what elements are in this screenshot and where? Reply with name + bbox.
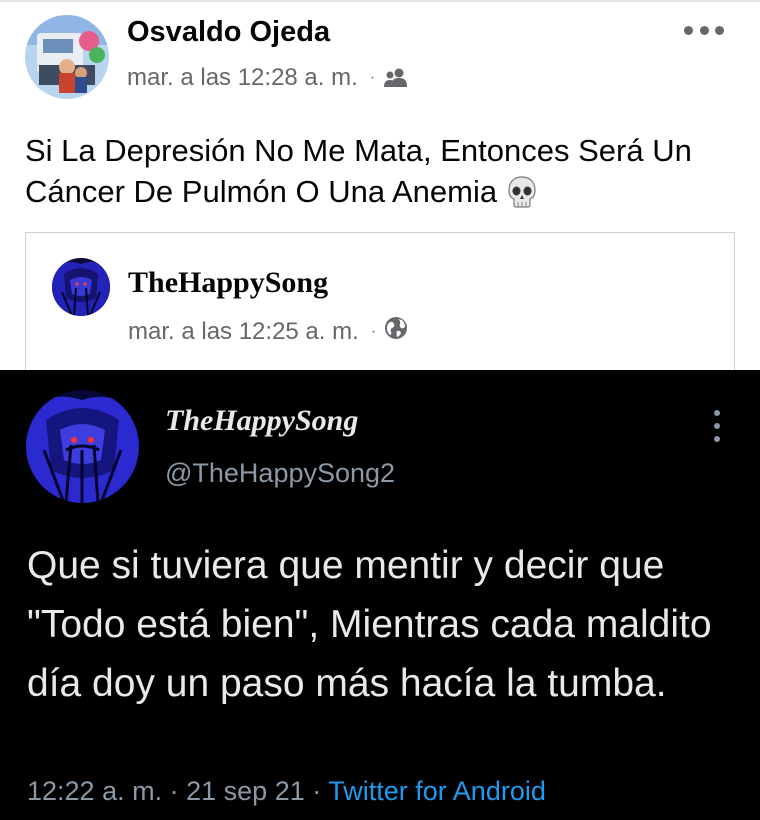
friends-icon[interactable] <box>383 68 409 88</box>
author-name[interactable]: Osvaldo Ojeda <box>127 16 330 49</box>
post-text: Si La Depresión No Me Mata, Entonces Ser… <box>25 130 745 218</box>
more-vertical-icon[interactable] <box>712 410 722 442</box>
more-horizontal-icon[interactable] <box>684 20 724 40</box>
author-avatar[interactable] <box>25 15 109 99</box>
facebook-post: Osvaldo Ojeda mar. a las 12:28 a. m. · S… <box>0 0 760 372</box>
tweet-date[interactable]: 21 sep 21 <box>186 776 305 806</box>
tweet-time[interactable]: 12:22 a. m. <box>27 776 162 806</box>
post-timestamp[interactable]: mar. a las 12:28 a. m. <box>127 64 358 92</box>
globe-icon[interactable] <box>384 316 408 347</box>
shared-author-name[interactable]: TheHappySong <box>128 266 328 300</box>
tweet-text: Que si tuviera que mentir y decir que "T… <box>27 544 712 705</box>
tweet-screenshot: TheHappySong @TheHappySong2 Que si tuvie… <box>0 370 760 820</box>
shared-post-card[interactable]: TheHappySong mar. a las 12:25 a. m. · <box>25 232 735 372</box>
shared-meta-separator: · <box>370 322 377 340</box>
meta-separator: · <box>369 69 376 86</box>
tweet-display-name[interactable]: TheHappySong <box>165 404 358 438</box>
tweet-source-link[interactable]: Twitter for Android <box>328 776 546 806</box>
tweet-handle[interactable]: @TheHappySong2 <box>165 458 395 489</box>
tweet-footer: 12:22 a. m. · 21 sep 21 · Twitter for An… <box>27 776 546 807</box>
top-divider <box>0 0 760 2</box>
shared-post-meta: mar. a las 12:25 a. m. · <box>128 316 408 347</box>
shared-post-timestamp[interactable]: mar. a las 12:25 a. m. <box>128 318 359 346</box>
tweet-author-avatar[interactable] <box>26 390 139 503</box>
footer-separator-1: · <box>169 776 179 806</box>
shared-author-avatar[interactable] <box>52 258 110 316</box>
skull-emoji <box>507 176 537 218</box>
post-meta: mar. a las 12:28 a. m. · <box>127 64 409 92</box>
post-text-body: Si La Depresión No Me Mata, Entonces Ser… <box>25 133 692 209</box>
footer-separator-2: · <box>312 776 322 806</box>
